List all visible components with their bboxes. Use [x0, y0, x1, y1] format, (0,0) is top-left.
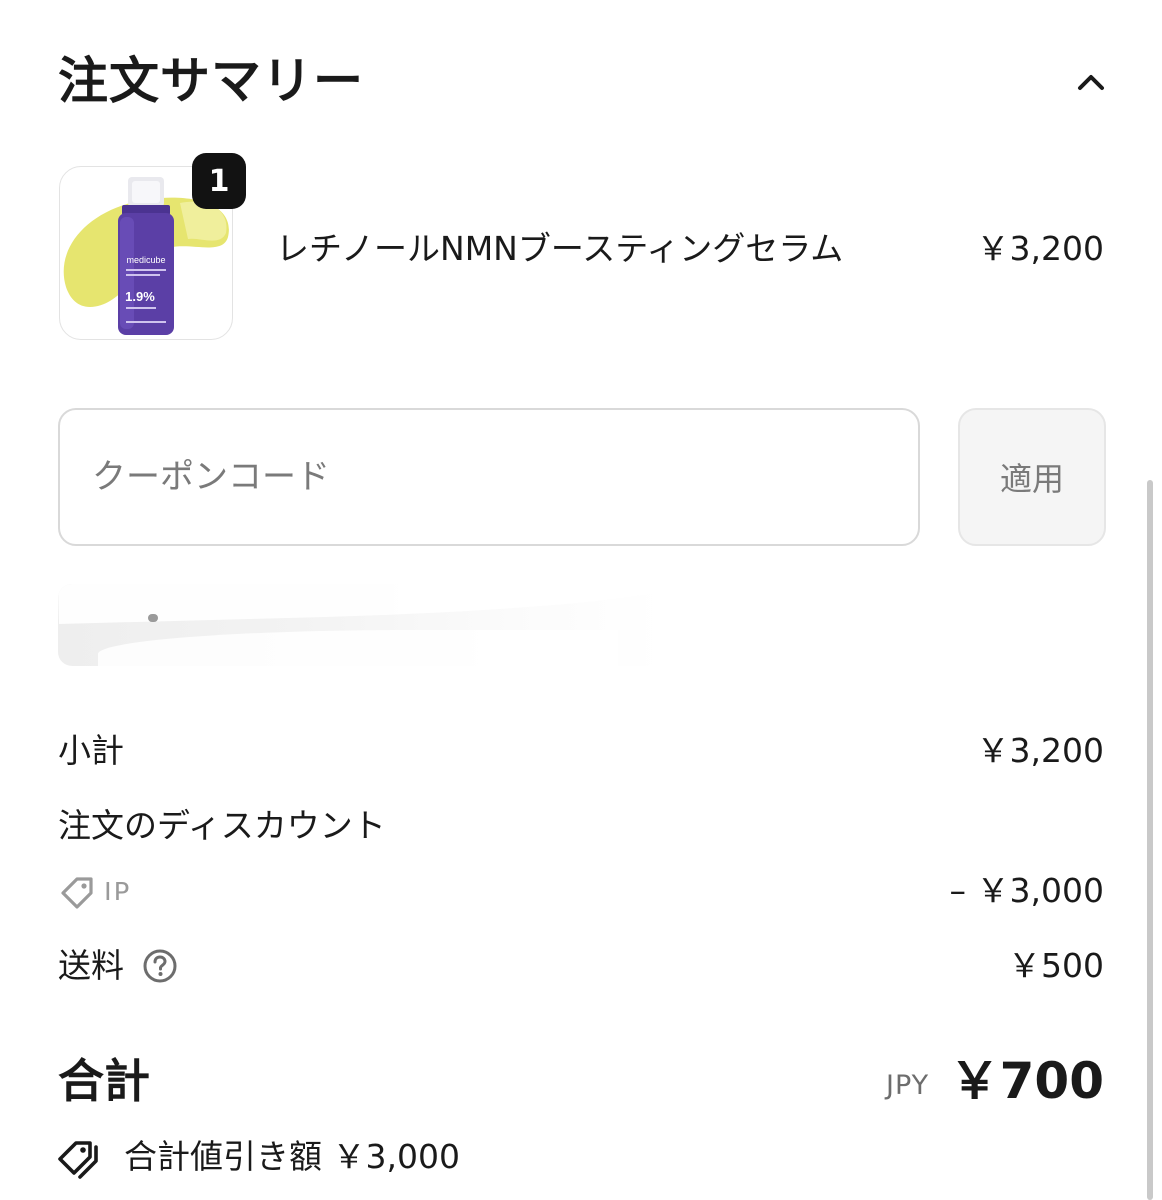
- total-label: 合計: [58, 1054, 150, 1108]
- bottle-brand-text: medicube: [126, 255, 165, 265]
- total-value: ￥700: [949, 1052, 1104, 1110]
- tag-icon: [61, 877, 93, 909]
- question-circle-icon[interactable]: [142, 948, 178, 984]
- currency-code: JPY: [886, 1070, 930, 1101]
- product-name: レチノールNMNブースティングセラム: [276, 229, 844, 268]
- scrollbar[interactable]: [1147, 480, 1153, 1200]
- order-discount-label: 注文のディスカウント: [58, 806, 386, 845]
- collapse-summary-button[interactable]: [1068, 62, 1114, 102]
- discount-value: – ￥3,000: [949, 871, 1104, 910]
- applied-discount-chip-redacted: [58, 584, 663, 666]
- shipping-label: 送料: [58, 946, 124, 985]
- product-price: ￥3,200: [976, 229, 1104, 268]
- apply-coupon-button[interactable]: 適用: [958, 408, 1106, 546]
- quantity-badge: 1: [192, 153, 246, 209]
- coupon-code-input[interactable]: [58, 408, 920, 546]
- chevron-up-icon: [1078, 75, 1104, 90]
- bottle-percent-text: 1.9%: [125, 289, 155, 304]
- tags-icon: [58, 1141, 98, 1179]
- subtotal-value: ￥3,200: [976, 731, 1104, 770]
- discount-code-redacted: JP: [104, 878, 132, 900]
- subtotal-label: 小計: [58, 731, 124, 770]
- shipping-value: ￥500: [1008, 946, 1104, 985]
- total-savings-text: 合計値引き額 ￥3,000: [124, 1137, 460, 1176]
- page-title: 注文サマリー: [58, 52, 364, 110]
